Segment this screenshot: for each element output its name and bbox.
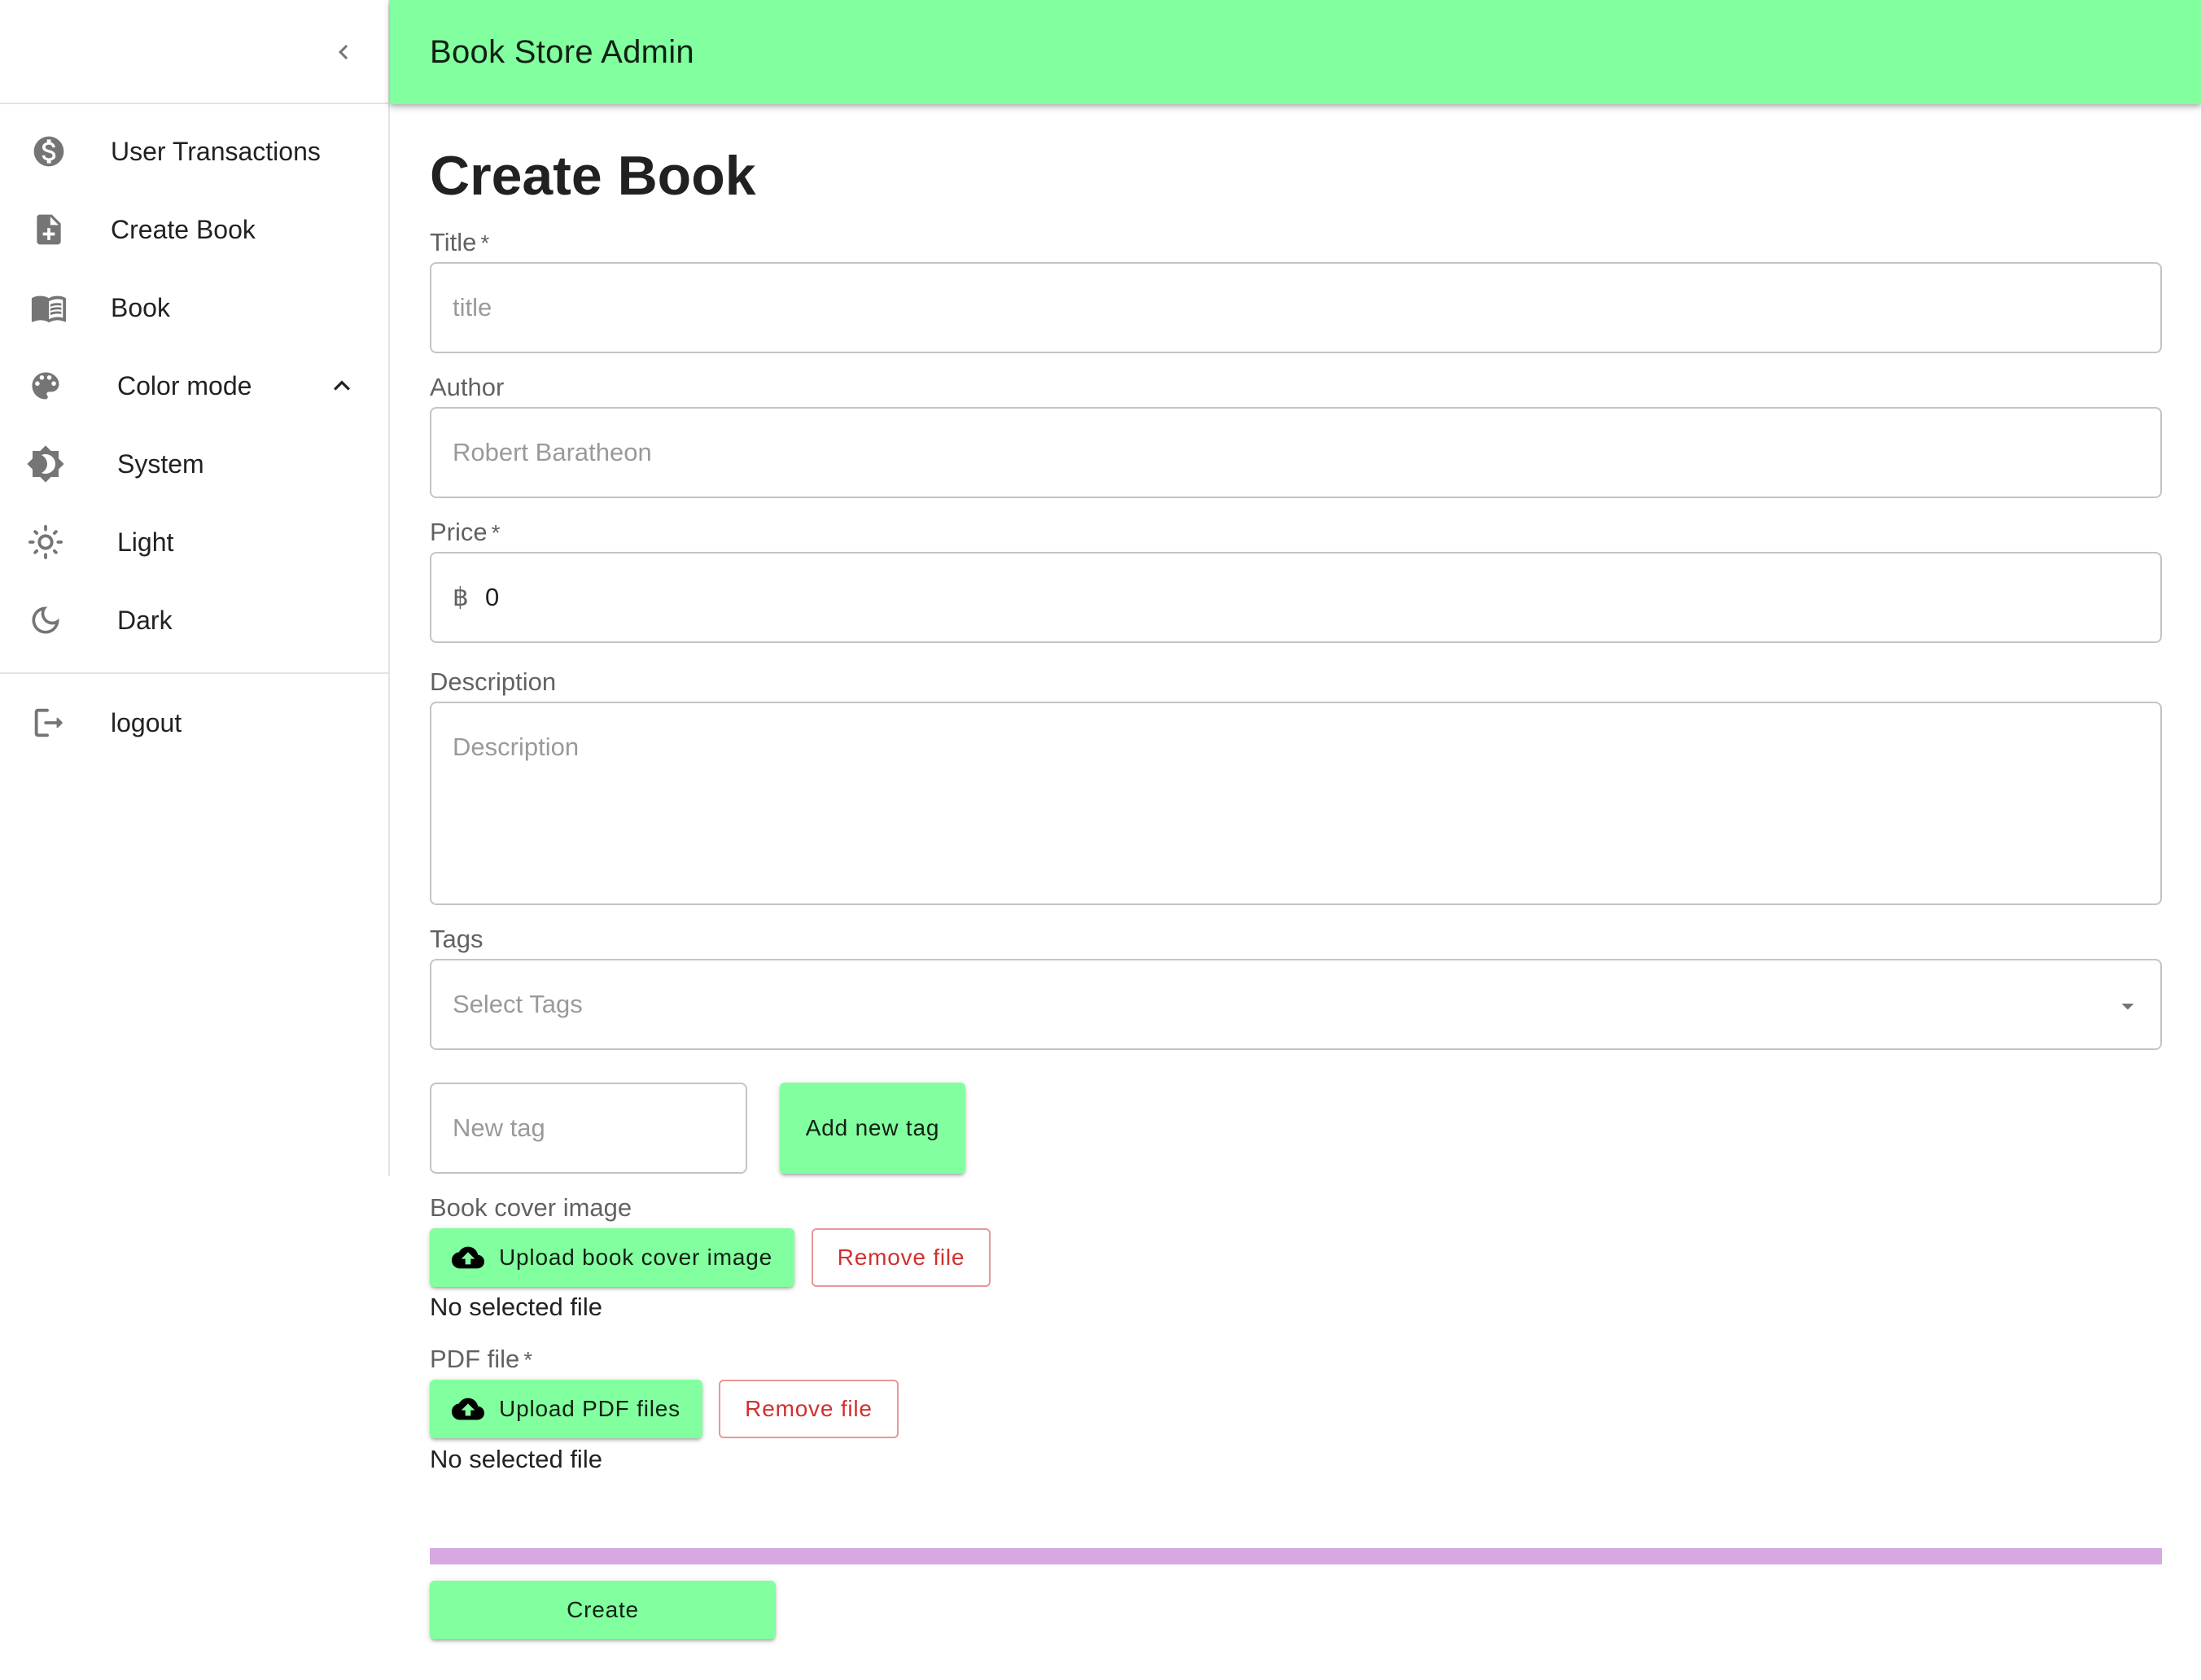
color-mode-option-label: Light <box>117 527 174 557</box>
remove-pdf-button[interactable]: Remove file <box>719 1380 899 1438</box>
page-title: Create Book <box>430 145 756 207</box>
add-new-tag-button[interactable]: Add new tag <box>780 1083 965 1174</box>
color-mode-option-label: Dark <box>117 606 173 635</box>
brightness-auto-icon <box>26 444 65 483</box>
note-add-icon <box>29 210 68 249</box>
tags-label: Tags <box>430 925 484 953</box>
expand-less-icon <box>324 368 360 404</box>
sidebar: User Transactions Create Book Book Color… <box>0 0 390 1176</box>
color-mode-option-light[interactable]: Light <box>0 503 388 581</box>
moon-icon <box>26 601 65 640</box>
description-label: Description <box>430 667 557 696</box>
required-mark: * <box>523 1347 533 1372</box>
new-tag-field <box>430 1083 747 1174</box>
title-label-text: Title <box>430 228 477 256</box>
sidebar-item-logout[interactable]: logout <box>0 684 388 762</box>
logout-icon <box>29 703 68 742</box>
sidebar-nav: User Transactions Create Book Book Color… <box>0 104 388 762</box>
upload-pdf-button[interactable]: Upload PDF files <box>430 1380 702 1438</box>
description-input[interactable] <box>453 731 2138 894</box>
cover-image-label: Book cover image <box>430 1193 632 1222</box>
app-title: Book Store Admin <box>430 33 694 70</box>
pdf-file-status: No selected file <box>430 1445 602 1473</box>
author-label: Author <box>430 373 505 401</box>
menu-book-icon <box>29 288 68 327</box>
sidebar-header <box>0 0 388 104</box>
new-tag-input[interactable] <box>453 1084 729 1172</box>
sidebar-divider <box>0 672 388 674</box>
price-label-text: Price <box>430 518 488 546</box>
title-label: Title * <box>430 226 489 260</box>
tags-select[interactable]: Select Tags <box>430 959 2162 1050</box>
color-mode-option-system[interactable]: System <box>0 425 388 503</box>
title-input[interactable] <box>453 264 2138 352</box>
title-field <box>430 262 2162 353</box>
dollar-circle-icon <box>29 132 68 171</box>
arrow-drop-down-icon <box>2121 1004 2134 1010</box>
author-input[interactable] <box>453 409 2138 497</box>
color-mode-label: Color mode <box>117 371 252 400</box>
upload-cover-image-label: Upload book cover image <box>499 1245 772 1270</box>
author-field <box>430 407 2162 498</box>
price-label: Price * <box>430 516 501 549</box>
tags-select-placeholder: Select Tags <box>453 990 583 1018</box>
currency-symbol: ฿ <box>453 583 469 611</box>
description-field <box>430 702 2162 905</box>
sidebar-item-book[interactable]: Book <box>0 269 388 347</box>
sidebar-item-user-transactions[interactable]: User Transactions <box>0 112 388 190</box>
pdf-file-label: PDF file * <box>430 1343 532 1376</box>
app-bar: Book Store Admin <box>390 0 2201 104</box>
sun-icon <box>26 523 65 562</box>
logout-label: logout <box>111 708 182 737</box>
sidebar-item-color-mode[interactable]: Color mode <box>0 347 388 425</box>
create-button[interactable]: Create <box>430 1581 776 1639</box>
upload-progress-bar <box>430 1548 2162 1564</box>
upload-cover-image-button[interactable]: Upload book cover image <box>430 1228 794 1287</box>
required-mark: * <box>491 520 501 545</box>
palette-icon <box>26 366 65 405</box>
sidebar-item-label: Create Book <box>111 215 256 244</box>
price-input[interactable] <box>485 553 2138 641</box>
price-field: ฿ <box>430 552 2162 643</box>
pdf-file-label-text: PDF file <box>430 1345 520 1373</box>
upload-pdf-label: Upload PDF files <box>499 1396 680 1421</box>
sidebar-item-label: Book <box>111 293 170 322</box>
collapse-sidebar-button[interactable] <box>321 29 366 75</box>
cloud-upload-icon <box>452 1393 485 1425</box>
color-mode-option-dark[interactable]: Dark <box>0 581 388 659</box>
cloud-upload-icon <box>452 1241 485 1274</box>
sidebar-item-create-book[interactable]: Create Book <box>0 190 388 269</box>
color-mode-option-label: System <box>117 449 204 479</box>
chevron-left-icon <box>339 45 348 59</box>
sidebar-item-label: User Transactions <box>111 137 321 166</box>
cover-image-status: No selected file <box>430 1293 602 1321</box>
remove-cover-image-button[interactable]: Remove file <box>812 1228 991 1287</box>
required-mark: * <box>480 230 490 256</box>
